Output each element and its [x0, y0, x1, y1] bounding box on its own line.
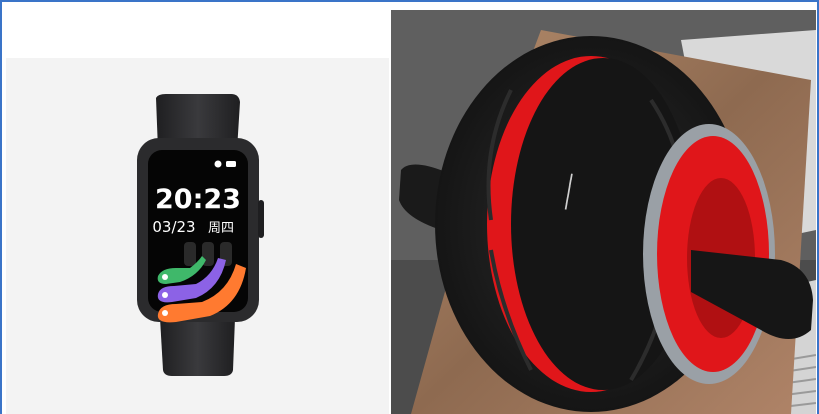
status-dot-icon	[214, 160, 222, 168]
watch-date: 03/23	[152, 218, 195, 236]
watch-weekday: 周四	[208, 221, 234, 236]
product-image-ab-roller[interactable]: ━━━━━━	[391, 10, 816, 414]
battery-icon	[226, 161, 236, 167]
watch-time: 20:23	[155, 184, 241, 215]
ab-roller-illustration: ━━━━━━	[391, 10, 816, 414]
smart-band-illustration: 20:23 03/23 周四	[137, 94, 264, 376]
product-image-smart-band[interactable]: 20:23 03/23 周四	[6, 10, 389, 414]
side-button	[258, 200, 264, 238]
band-strap-bottom	[160, 318, 235, 376]
